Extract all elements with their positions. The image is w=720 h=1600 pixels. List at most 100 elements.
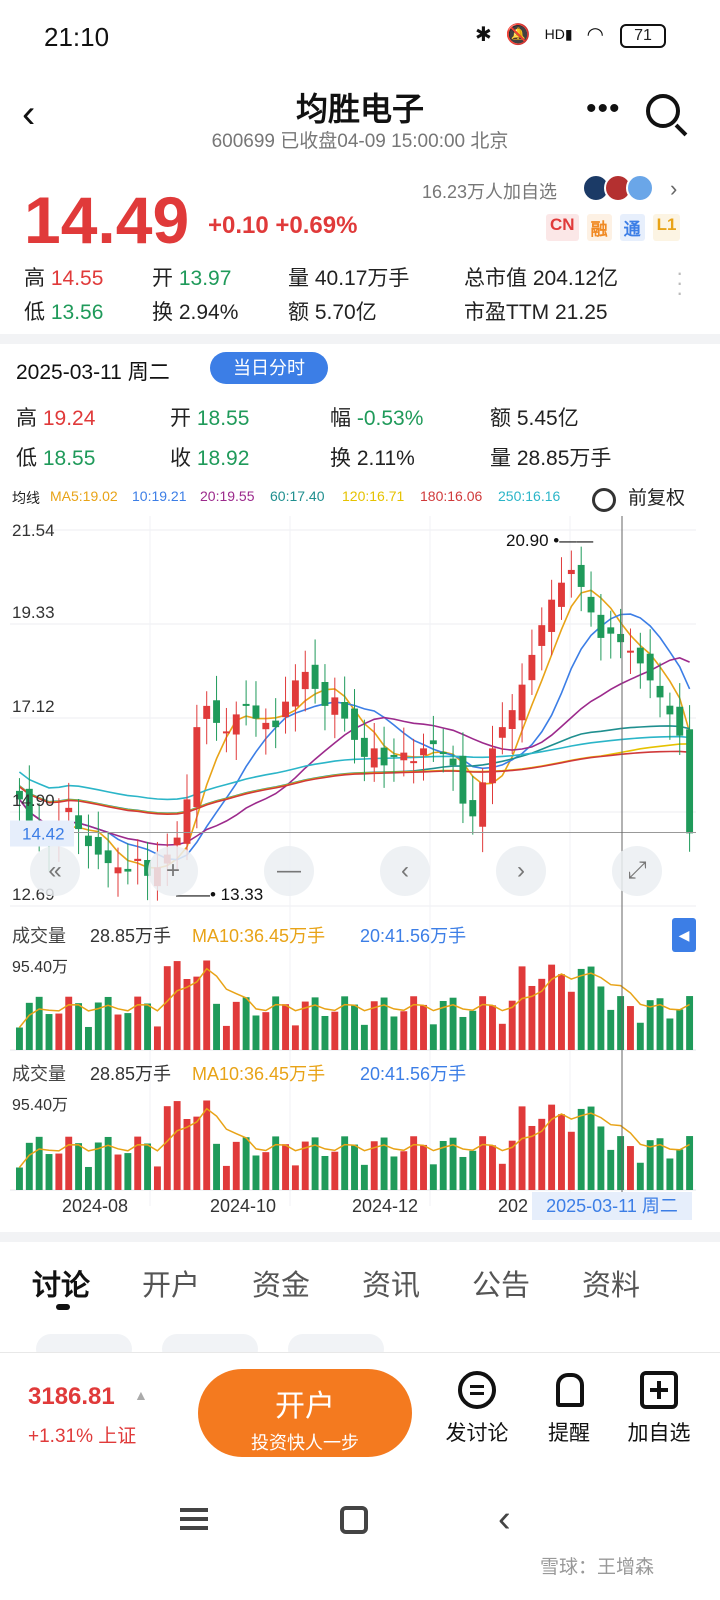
volume-bar [686, 996, 694, 1050]
volume-bar [193, 1116, 201, 1190]
header: ‹ 均胜电子 600699 已收盘04-09 15:00:00 北京 ••• [0, 76, 720, 166]
volume-bar [331, 1151, 339, 1190]
candle-body [469, 800, 477, 817]
post-discussion-button[interactable]: 发讨论 [432, 1371, 522, 1447]
side-collapse-tab[interactable]: ◀ [672, 918, 696, 952]
candle-body [252, 705, 260, 719]
candle-body [498, 727, 506, 738]
open-account-button[interactable]: 开户 投资快人一步 [198, 1369, 412, 1457]
volume-bar [498, 1023, 506, 1050]
volume-bar [459, 1156, 467, 1190]
volume-bar [252, 1015, 260, 1050]
candle-body [341, 702, 349, 719]
rewind-icon[interactable]: « [30, 846, 80, 896]
candle-body [548, 599, 556, 632]
chevron-right-icon[interactable]: › [670, 176, 677, 202]
search-icon[interactable] [646, 94, 680, 128]
candle-body [193, 727, 201, 808]
volume-bar [558, 974, 565, 1050]
volume-bar [183, 1119, 191, 1190]
selected-date: 2025-03-11 周二 [16, 361, 170, 384]
y-axis-label: 21.54 [12, 521, 55, 540]
divider [0, 1232, 720, 1242]
volume-bar [213, 1003, 220, 1050]
volume-bar [390, 1156, 398, 1190]
volume-bar [222, 1165, 230, 1190]
tab-profile[interactable]: 资料 [582, 1262, 640, 1304]
candle-body [301, 671, 309, 690]
tab-announcements[interactable]: 公告 [472, 1262, 530, 1304]
candle-body [686, 729, 694, 834]
volume-bar [114, 1154, 122, 1190]
volume-bar [173, 1101, 181, 1190]
stat-low: 低 13.56 [24, 301, 104, 324]
wifi-icon: ◠ [586, 24, 604, 46]
volume-bar [242, 997, 250, 1050]
max-price-label: 20.90 •—— [506, 531, 593, 550]
candle-body [282, 701, 289, 718]
stat-open: 开 13.97 [152, 267, 232, 290]
prev-icon[interactable]: ‹ [380, 846, 430, 896]
volume-bar [25, 1142, 33, 1190]
volume-bar [577, 1108, 585, 1190]
volume-bar [222, 1025, 230, 1050]
intraday-button[interactable]: 当日分时 [210, 352, 328, 384]
volume-bar [75, 1003, 83, 1050]
candle-body [262, 722, 270, 730]
reminder-button[interactable]: 提醒 [524, 1371, 614, 1447]
volume-title: 成交量 [12, 926, 66, 946]
tab-open-account[interactable]: 开户 [142, 1262, 200, 1304]
volume-bar [242, 1137, 250, 1190]
candle-body [538, 625, 546, 646]
volume-bar [538, 1118, 546, 1190]
volume-bar [291, 1165, 299, 1190]
volume-bar [144, 1143, 152, 1190]
menu-icon[interactable] [180, 1508, 208, 1530]
volume-bar [617, 1136, 625, 1190]
candle-body [646, 653, 654, 681]
candle-body [577, 564, 585, 587]
volume-max-label: 95.40万 [12, 1097, 68, 1114]
badge-l1: L1 [652, 214, 681, 241]
candle-body [75, 815, 83, 830]
status-bar: 21:10 ✱ 🔕 HD▮ ◠ 71 [0, 0, 720, 76]
more-vertical-icon[interactable]: · · · [676, 262, 683, 304]
follower-avatars[interactable] [582, 174, 654, 202]
volume-bar [518, 966, 526, 1050]
adjust-mode[interactable]: 前复权 [628, 483, 685, 510]
nav-back-icon[interactable]: ‹ [498, 1498, 511, 1541]
next-icon[interactable]: › [496, 846, 546, 896]
ma60-value: 60:17.40 [270, 488, 325, 504]
quote-panel: 14.49 +0.10 +0.69% 16.23万人加自选 › CN 融 通 L… [0, 166, 720, 334]
volume-bar [16, 1027, 23, 1050]
home-icon[interactable] [340, 1506, 368, 1534]
volume-bar [183, 979, 191, 1050]
zoom-out-icon[interactable]: — [264, 846, 314, 896]
volume-bar [627, 1146, 634, 1190]
ma5-value: MA5:19.02 [50, 488, 118, 504]
index-value[interactable]: 3186.81 [28, 1383, 115, 1411]
tab-capital[interactable]: 资金 [252, 1262, 310, 1304]
add-watchlist-button[interactable]: 加自选 [614, 1371, 704, 1447]
fullscreen-icon[interactable]: ⤢ [612, 846, 662, 896]
index-change[interactable]: +1.31% 上证 [28, 1421, 136, 1448]
candle-body [272, 720, 280, 728]
volume-bar [567, 991, 575, 1050]
volume-bar [203, 960, 211, 1050]
candle-body [380, 747, 388, 766]
volume-bar [193, 976, 201, 1050]
tab-news[interactable]: 资讯 [362, 1262, 420, 1304]
candle-body [666, 705, 674, 715]
candle-body [321, 681, 329, 706]
volume-bar [35, 996, 43, 1050]
day-close: 收 18.92 [170, 447, 250, 470]
candle-body [459, 755, 467, 804]
followers-count[interactable]: 16.23万人加自选 [422, 178, 557, 204]
zoom-in-icon[interactable]: + [148, 846, 198, 896]
volume-bar [321, 1015, 329, 1050]
tab-discussion[interactable]: 讨论 [32, 1262, 90, 1304]
candle-body [420, 748, 427, 756]
volume-bar [124, 1153, 132, 1190]
more-icon[interactable]: ••• [586, 92, 621, 126]
settings-icon[interactable] [592, 488, 616, 512]
